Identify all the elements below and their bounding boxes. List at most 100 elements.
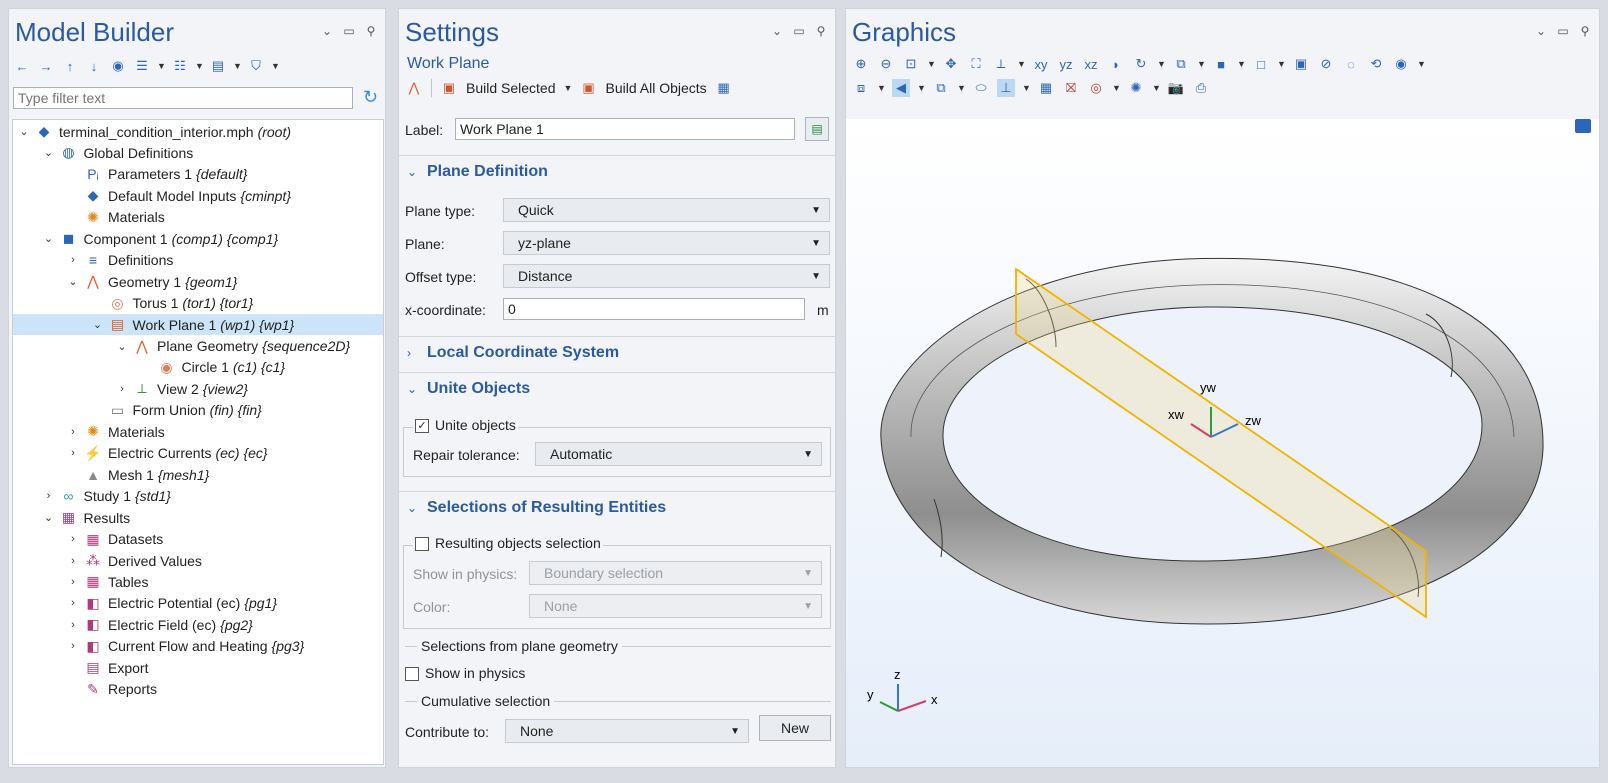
torus-model-svg[interactable]: yw xw zw z y x <box>846 119 1600 768</box>
expand-arrow-icon[interactable]: ⌄ <box>66 275 80 288</box>
chevron-down-icon[interactable]: ⌄ <box>771 25 783 37</box>
collapse-arrow-icon[interactable]: › <box>115 383 129 395</box>
contribute-to-select[interactable]: None ▼ <box>505 719 749 743</box>
pin-icon[interactable]: ⚲ <box>1579 25 1591 37</box>
graphics-info-icon[interactable] <box>1575 119 1591 133</box>
maximize-icon[interactable]: ▭ <box>1557 25 1569 37</box>
select-domains-icon[interactable]: ■ <box>1212 55 1230 73</box>
dropdown-arrow-icon[interactable]: ▼ <box>917 83 926 93</box>
grid-icon[interactable]: ▦ <box>1037 79 1055 97</box>
new-button[interactable]: New <box>759 715 831 741</box>
tree-node[interactable]: ▲ Mesh 1 {mesh1} <box>13 464 383 485</box>
axis-icon[interactable]: ⟂ <box>992 55 1010 73</box>
reset-hiding-icon[interactable]: ⟲ <box>1367 55 1385 73</box>
show-axis-icon[interactable]: ⊥ <box>997 79 1015 97</box>
tree-node[interactable]: ⌄ ⋀ Plane Geometry {sequence2D} <box>13 336 383 357</box>
collapse-arrow-icon[interactable]: › <box>42 490 56 502</box>
collapse-icon[interactable]: ☰ <box>133 57 151 75</box>
clear-selection-icon[interactable]: ⊘ <box>1317 55 1335 73</box>
tree-node[interactable]: ◉ Circle 1 (c1) {c1} <box>13 357 383 378</box>
wireframe-icon[interactable]: ⧉ <box>932 79 950 97</box>
refresh-icon[interactable]: ↻ <box>363 87 378 108</box>
forward-arrow-icon[interactable]: → <box>37 57 55 75</box>
collapse-arrow-icon[interactable]: › <box>66 555 80 567</box>
view-xy-icon[interactable]: xy <box>1032 55 1050 73</box>
expand-arrow-icon[interactable]: ⌄ <box>42 232 56 245</box>
expand-icon[interactable]: ☷ <box>171 57 189 75</box>
tree-node[interactable]: › ✺ Materials <box>13 421 383 442</box>
collapse-arrow-icon[interactable]: › <box>66 254 80 266</box>
geometry-icon[interactable]: ⋀ <box>405 79 423 97</box>
back-arrow-icon[interactable]: ← <box>13 57 31 75</box>
pin-icon[interactable]: ⚲ <box>365 25 377 37</box>
collapse-arrow-icon[interactable]: › <box>66 597 80 609</box>
update-icon[interactable]: ▦ <box>715 79 733 97</box>
select-objects-icon[interactable]: ⧉ <box>1172 55 1190 73</box>
maximize-icon[interactable]: ▭ <box>343 25 355 37</box>
zoom-extents-icon[interactable]: ✥ <box>942 55 960 73</box>
tree-node[interactable]: › ▦ Datasets <box>13 529 383 550</box>
select-boundaries-icon[interactable]: □ <box>1252 55 1270 73</box>
view-xz-icon[interactable]: xz <box>1082 55 1100 73</box>
dropdown-arrow-icon[interactable]: ▼ <box>877 83 886 93</box>
x-coordinate-input[interactable]: 0 <box>503 298 805 320</box>
tree-node[interactable]: ⌄ ◼ Component 1 (comp1) {comp1} <box>13 228 383 249</box>
view-yz-icon[interactable]: yz <box>1057 55 1075 73</box>
tree-node[interactable]: › ⚡ Electric Currents (ec) {ec} <box>13 443 383 464</box>
hide-icon[interactable]: ◌ <box>1342 55 1360 73</box>
dropdown-arrow-icon[interactable]: ▼ <box>1112 83 1121 93</box>
label-input[interactable]: Work Plane 1 <box>455 118 795 140</box>
collapse-arrow-icon[interactable]: › <box>66 426 80 438</box>
expand-arrow-icon[interactable]: ⌄ <box>42 146 56 159</box>
tree-node[interactable]: › ▦ Tables <box>13 571 383 592</box>
plane-definition-section[interactable]: ⌄ Plane Definition <box>399 155 835 187</box>
camera-settings-icon[interactable]: ✺ <box>1127 79 1145 97</box>
image-snapshot-icon[interactable]: 📷 <box>1167 79 1185 97</box>
zoom-in-icon[interactable]: ⊕ <box>852 55 870 73</box>
rotate-icon[interactable]: ↻ <box>1132 55 1150 73</box>
dropdown-arrow-icon[interactable]: ▼ <box>957 83 966 93</box>
select-all-icon[interactable]: ▣ <box>1292 55 1310 73</box>
dropdown-arrow-icon[interactable]: ▼ <box>157 61 166 71</box>
resulting-objects-checkbox[interactable]: Resulting objects selection <box>413 535 603 552</box>
build-all-button[interactable]: Build All Objects <box>606 80 707 96</box>
tree-node[interactable]: ✎ Reports <box>13 679 383 700</box>
build-all-icon[interactable]: ▣ <box>580 79 598 97</box>
tree-node[interactable]: ✺ Materials <box>13 207 383 228</box>
tree-node[interactable]: ◆ Default Model Inputs {cminpt} <box>13 185 383 206</box>
tree-node[interactable]: › ⁂ Derived Values <box>13 550 383 571</box>
unite-objects-section[interactable]: ⌄ Unite Objects <box>399 372 835 404</box>
dropdown-arrow-icon[interactable]: ▼ <box>1017 59 1026 69</box>
selections-section[interactable]: ⌄ Selections of Resulting Entities <box>399 491 835 523</box>
repair-tolerance-select[interactable]: Automatic ▼ <box>535 442 822 466</box>
chevron-down-icon[interactable]: ⌄ <box>1535 25 1547 37</box>
tree-node[interactable]: ◎ Torus 1 (tor1) {tor1} <box>13 293 383 314</box>
chevron-down-icon[interactable]: ⌄ <box>321 25 333 37</box>
transparency-icon[interactable]: ◀ <box>892 79 910 97</box>
expand-arrow-icon[interactable]: ⌄ <box>91 318 105 331</box>
dropdown-arrow-icon[interactable]: ▼ <box>1152 83 1161 93</box>
tree-node[interactable]: ⌄ ◍ Global Definitions <box>13 142 383 163</box>
collapse-arrow-icon[interactable]: › <box>66 619 80 631</box>
collapse-arrow-icon[interactable]: › <box>66 533 80 545</box>
build-selected-button[interactable]: Build Selected <box>466 80 556 96</box>
measure-icon[interactable]: ◎ <box>1087 79 1105 97</box>
plane-type-select[interactable]: Quick ▼ <box>503 198 830 222</box>
tree-node[interactable]: › ◧ Electric Potential (ec) {pg1} <box>13 593 383 614</box>
tree-node[interactable]: ⌄ ▦ Results <box>13 507 383 528</box>
tree-node[interactable]: › ≡ Definitions <box>13 250 383 271</box>
tree-node[interactable]: ⌄ ▤ Work Plane 1 (wp1) {wp1} <box>13 314 383 336</box>
dropdown-arrow-icon[interactable]: ▼ <box>1197 59 1206 69</box>
show-in-physics-checkbox[interactable]: Show in physics <box>405 665 525 682</box>
tree-node[interactable]: ▭ Form Union (fin) {fin} <box>13 400 383 421</box>
tree-node[interactable]: ⌄ ◆ terminal_condition_interior.mph (root) <box>13 121 383 142</box>
headlight-icon[interactable]: ◗ <box>1107 55 1125 73</box>
offset-type-select[interactable]: Distance ▼ <box>503 264 830 288</box>
model-tree[interactable]: ⌄ ◆ terminal_condition_interior.mph (root) ⌄… <box>12 119 384 765</box>
filter-icon[interactable]: ⛉ <box>247 57 265 75</box>
visibility-icon[interactable]: ◉ <box>1392 55 1410 73</box>
dropdown-arrow-icon[interactable]: ▼ <box>271 61 280 71</box>
zoom-selected-icon[interactable]: ⛶ <box>967 55 985 73</box>
filter-input[interactable] <box>13 87 353 109</box>
list-view-icon[interactable]: ▤ <box>209 57 227 75</box>
